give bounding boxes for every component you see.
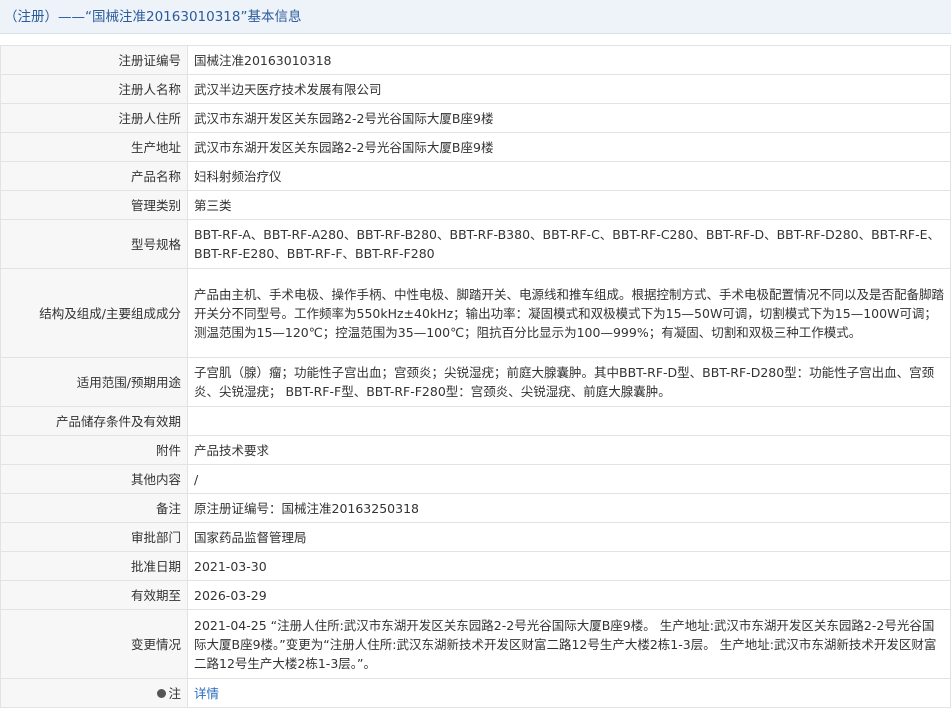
note-value-cell: 详情: [187, 678, 951, 708]
table-row: 管理类别 第三类: [0, 190, 951, 220]
row-value: 武汉半边天医疗技术发展有限公司: [187, 74, 951, 104]
table-row: 生产地址 武汉市东湖开发区关东园路2-2号光谷国际大厦B座9楼: [0, 132, 951, 162]
note-label: 注: [168, 685, 181, 701]
row-label: 产品储存条件及有效期: [0, 406, 188, 436]
table-row: 审批部门 国家药品监督管理局: [0, 522, 951, 552]
row-label: 适用范围/预期用途: [0, 357, 188, 407]
row-value: 产品由主机、手术电极、操作手柄、中性电极、脚踏开关、电源线和推车组成。根据控制方…: [187, 268, 951, 358]
row-label: 其他内容: [0, 464, 188, 494]
table-row: 变更情况 2021-04-25 “注册人住所:武汉市东湖开发区关东园路2-2号光…: [0, 609, 951, 679]
row-label: 注册人名称: [0, 74, 188, 104]
table-row: 备注 原注册证编号：国械注准20163250318: [0, 493, 951, 523]
row-label: 管理类别: [0, 190, 188, 220]
row-label: 备注: [0, 493, 188, 523]
row-value: /: [187, 464, 951, 494]
row-value: 子宫肌（腺）瘤；功能性子宫出血；宫颈炎；尖锐湿疣；前庭大腺囊肿。其中BBT-RF…: [187, 357, 951, 407]
page-title: （注册）——“国械注准20163010318”基本信息: [0, 0, 951, 34]
row-label: 审批部门: [0, 522, 188, 552]
row-value: 妇科射频治疗仪: [187, 161, 951, 191]
table-row: 注册人名称 武汉半边天医疗技术发展有限公司: [0, 74, 951, 104]
table-row: 批准日期 2021-03-30: [0, 551, 951, 581]
row-label: 注册证编号: [0, 45, 188, 75]
row-label: 变更情况: [0, 609, 188, 679]
note-row: 注 详情: [0, 678, 951, 708]
registration-info-table: 注册证编号 国械注准20163010318 注册人名称 武汉半边天医疗技术发展有…: [0, 45, 951, 708]
row-value: 2021-03-30: [187, 551, 951, 581]
table-row: 注册人住所 武汉市东湖开发区关东园路2-2号光谷国际大厦B座9楼: [0, 103, 951, 133]
row-label: 批准日期: [0, 551, 188, 581]
row-value: 原注册证编号：国械注准20163250318: [187, 493, 951, 523]
table-row: 附件 产品技术要求: [0, 435, 951, 465]
table-row: 产品储存条件及有效期: [0, 406, 951, 436]
table-row: 结构及组成/主要组成成分 产品由主机、手术电极、操作手柄、中性电极、脚踏开关、电…: [0, 268, 951, 358]
table-row: 适用范围/预期用途 子宫肌（腺）瘤；功能性子宫出血；宫颈炎；尖锐湿疣；前庭大腺囊…: [0, 357, 951, 407]
table-row: 产品名称 妇科射频治疗仪: [0, 161, 951, 191]
table-row: 型号规格 BBT-RF-A、BBT-RF-A280、BBT-RF-B280、BB…: [0, 219, 951, 269]
row-label: 有效期至: [0, 580, 188, 610]
details-link[interactable]: 详情: [194, 686, 219, 701]
row-value: 2026-03-29: [187, 580, 951, 610]
lightbulb-icon: [157, 688, 167, 698]
row-value: BBT-RF-A、BBT-RF-A280、BBT-RF-B280、BBT-RF-…: [187, 219, 951, 269]
note-label-cell: 注: [0, 678, 188, 708]
row-label: 生产地址: [0, 132, 188, 162]
row-label: 产品名称: [0, 161, 188, 191]
row-value: 2021-04-25 “注册人住所:武汉市东湖开发区关东园路2-2号光谷国际大厦…: [187, 609, 951, 679]
row-value: 国械注准20163010318: [187, 45, 951, 75]
table-row: 有效期至 2026-03-29: [0, 580, 951, 610]
row-value: 国家药品监督管理局: [187, 522, 951, 552]
row-value: 第三类: [187, 190, 951, 220]
row-label: 型号规格: [0, 219, 188, 269]
table-row: 注册证编号 国械注准20163010318: [0, 45, 951, 75]
row-label: 附件: [0, 435, 188, 465]
row-value: 武汉市东湖开发区关东园路2-2号光谷国际大厦B座9楼: [187, 132, 951, 162]
row-label: 注册人住所: [0, 103, 188, 133]
table-row: 其他内容 /: [0, 464, 951, 494]
row-value: [187, 406, 951, 436]
row-value: 武汉市东湖开发区关东园路2-2号光谷国际大厦B座9楼: [187, 103, 951, 133]
row-value: 产品技术要求: [187, 435, 951, 465]
row-label: 结构及组成/主要组成成分: [0, 268, 188, 358]
